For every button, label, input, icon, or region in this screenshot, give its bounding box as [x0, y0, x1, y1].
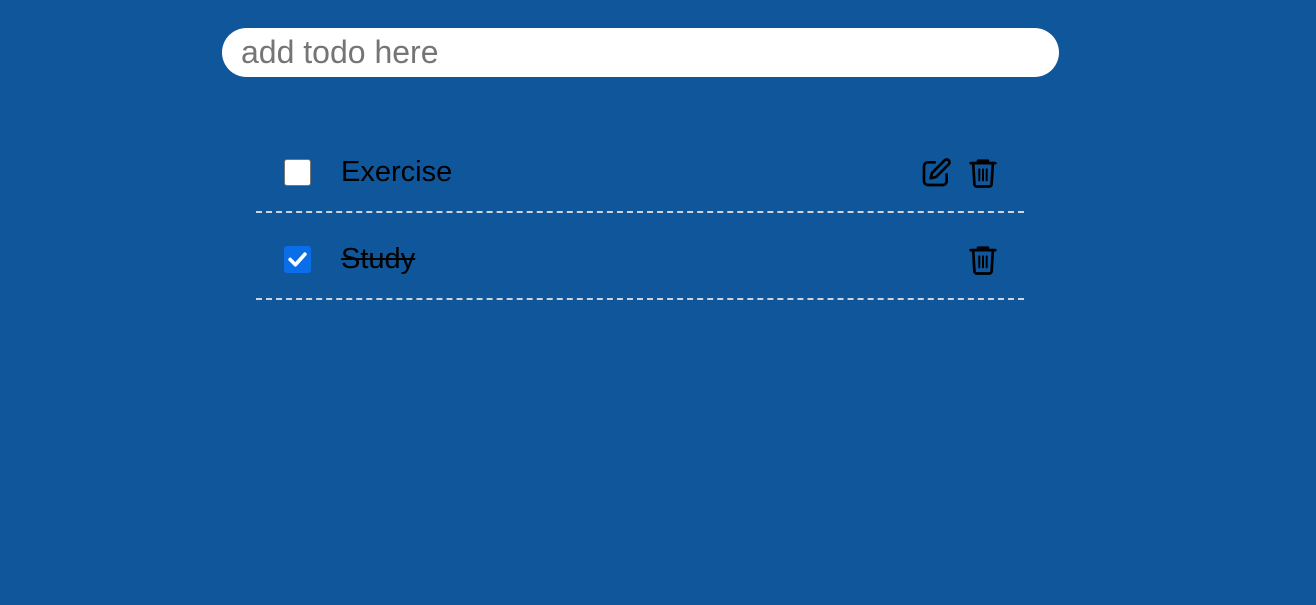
- todo-checkbox[interactable]: [284, 159, 311, 186]
- trash-icon[interactable]: [968, 244, 998, 276]
- todo-item: Study: [256, 217, 1024, 300]
- edit-icon[interactable]: [920, 157, 952, 189]
- todo-item: Exercise: [256, 130, 1024, 213]
- todo-label: Exercise: [341, 156, 453, 188]
- checkmark-icon: [288, 252, 307, 267]
- todo-label: Study: [341, 243, 416, 275]
- todo-list: Exercise Study: [256, 130, 1024, 304]
- trash-icon[interactable]: [968, 157, 998, 189]
- todo-checkbox[interactable]: [284, 246, 311, 273]
- add-todo-input[interactable]: [222, 28, 1059, 77]
